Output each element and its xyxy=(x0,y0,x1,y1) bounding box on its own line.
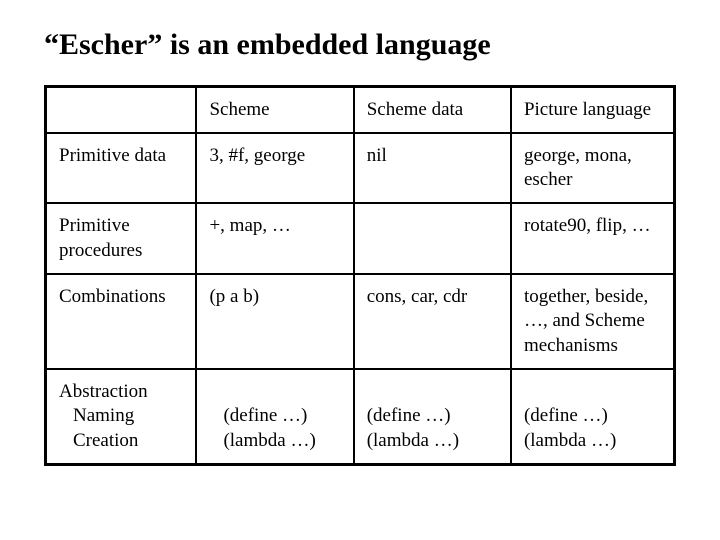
cell-line: (lambda …) xyxy=(367,429,498,453)
blank-line xyxy=(367,381,372,402)
header-picture-language: Picture language xyxy=(511,86,675,133)
blank-line xyxy=(524,381,529,402)
blank-line xyxy=(209,381,214,402)
table-row: Primitive data 3, #f, george nil george,… xyxy=(46,133,675,204)
cell xyxy=(354,203,511,274)
row-label: Primitive data xyxy=(46,133,197,204)
cell: 3, #f, george xyxy=(196,133,353,204)
slide: “Escher” is an embedded language Scheme … xyxy=(0,0,720,466)
cell: (define …) (lambda …) xyxy=(196,369,353,464)
table-row: Abstraction Naming Creation (define …) (… xyxy=(46,369,675,464)
label-sub-naming: Naming xyxy=(59,404,183,428)
table-row: Primitive procedures +, map, … rotate90,… xyxy=(46,203,675,274)
cell: cons, car, cdr xyxy=(354,274,511,369)
cell: george, mona, escher xyxy=(511,133,675,204)
cell: rotate90, flip, … xyxy=(511,203,675,274)
cell: (define …) (lambda …) xyxy=(354,369,511,464)
cell-line: (define …) xyxy=(524,404,661,428)
header-empty xyxy=(46,86,197,133)
comparison-table: Scheme Scheme data Picture language Prim… xyxy=(44,85,676,466)
label-sub-creation: Creation xyxy=(59,429,183,453)
row-label: Combinations xyxy=(46,274,197,369)
header-scheme: Scheme xyxy=(196,86,353,133)
table-row: Combinations (p a b) cons, car, cdr toge… xyxy=(46,274,675,369)
header-scheme-data: Scheme data xyxy=(354,86,511,133)
cell: (p a b) xyxy=(196,274,353,369)
cell: +, map, … xyxy=(196,203,353,274)
row-label: Primitive procedures xyxy=(46,203,197,274)
cell-line: (lambda …) xyxy=(524,429,661,453)
label-main: Abstraction xyxy=(59,381,148,402)
cell: together, beside, …, and Scheme mechanis… xyxy=(511,274,675,369)
cell-line: (define …) xyxy=(367,404,498,428)
cell-line: (lambda …) xyxy=(209,429,340,453)
page-title: “Escher” is an embedded language xyxy=(44,28,676,63)
cell-line: (define …) xyxy=(209,404,340,428)
row-label-abstraction: Abstraction Naming Creation xyxy=(46,369,197,464)
table-header-row: Scheme Scheme data Picture language xyxy=(46,86,675,133)
cell: (define …) (lambda …) xyxy=(511,369,675,464)
cell: nil xyxy=(354,133,511,204)
